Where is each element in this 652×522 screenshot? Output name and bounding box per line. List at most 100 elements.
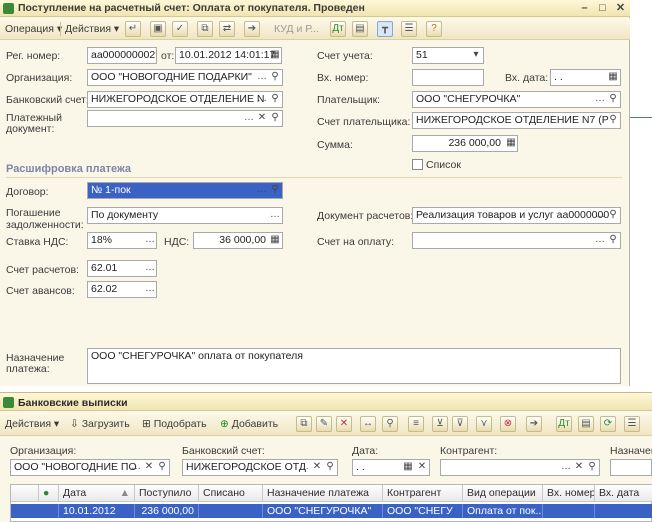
- print-icon[interactable]: ▤: [578, 416, 594, 432]
- print-icon[interactable]: ▤: [352, 21, 368, 37]
- settings-icon[interactable]: ☰: [624, 416, 640, 432]
- contract-field[interactable]: № 1-пок: [87, 182, 283, 199]
- kud-button[interactable]: КУД и Р...: [274, 21, 319, 37]
- structure-icon[interactable]: ┳: [377, 21, 393, 37]
- clear-icon[interactable]: ✕: [256, 111, 268, 126]
- org-field[interactable]: ООО "НОВОГОДНИЕ ПОДАРКИ": [87, 69, 283, 86]
- clear-filter-icon[interactable]: ⊗: [500, 416, 516, 432]
- close-icon[interactable]: ✕: [614, 2, 627, 15]
- purpose-textarea[interactable]: ООО "СНЕГУРОЧКА" оплата от покупателя: [87, 348, 621, 384]
- select-icon[interactable]: …: [144, 233, 156, 248]
- table-cell-contractor[interactable]: ООО "СНЕГУ: [383, 504, 463, 518]
- load-button[interactable]: ⇩ Загрузить: [70, 416, 130, 432]
- search-icon[interactable]: ⚲: [607, 208, 619, 223]
- clear-icon[interactable]: ✕: [573, 460, 585, 475]
- clear-icon[interactable]: ✕: [311, 460, 323, 475]
- table-row-marker[interactable]: [11, 504, 59, 518]
- search-icon[interactable]: ⚲: [607, 113, 619, 128]
- filter-list-icon[interactable]: ⊽: [452, 416, 468, 432]
- settle-doc-field[interactable]: Реализация товаров и услуг аа0000000: [412, 207, 621, 224]
- search-icon[interactable]: ⚲: [269, 111, 281, 126]
- table-cell-operation[interactable]: Оплата от пок...: [463, 504, 543, 518]
- search-icon[interactable]: ⚲: [269, 183, 281, 198]
- find-icon[interactable]: ⚲: [382, 416, 398, 432]
- delete-icon[interactable]: ✕: [336, 416, 352, 432]
- calculator-icon[interactable]: ▦: [269, 233, 281, 248]
- select-icon[interactable]: …: [130, 460, 142, 475]
- table-cell-in-date[interactable]: [595, 504, 652, 518]
- table-cell-in-no[interactable]: [543, 504, 595, 518]
- operation-menu[interactable]: Операция ▾: [5, 21, 62, 37]
- select-icon[interactable]: …: [594, 233, 606, 248]
- col-outgo[interactable]: Списано: [199, 485, 263, 502]
- dropdown-icon[interactable]: ▾: [470, 48, 482, 63]
- copy-icon[interactable]: ⧉: [296, 416, 312, 432]
- col-income[interactable]: Поступило: [135, 485, 199, 502]
- table-cell-purpose[interactable]: ООО "СНЕГУРОЧКА": [263, 504, 383, 518]
- select-icon[interactable]: …: [243, 111, 255, 126]
- reg-no-field[interactable]: аа000000002: [87, 47, 157, 64]
- col-purpose[interactable]: Назначение платежа: [263, 485, 383, 502]
- dt-kt-icon[interactable]: Дт: [330, 21, 346, 37]
- invoice-field[interactable]: [412, 232, 621, 249]
- maximize-icon[interactable]: □: [596, 2, 609, 15]
- select-icon[interactable]: …: [144, 282, 156, 297]
- col-operation[interactable]: Вид операции: [463, 485, 543, 502]
- calendar-icon[interactable]: ▦: [607, 70, 619, 85]
- select-icon[interactable]: …: [560, 460, 572, 475]
- select-icon[interactable]: …: [256, 183, 268, 198]
- goto-icon[interactable]: ➔: [244, 21, 260, 37]
- col-in-date[interactable]: Вх. дата: [595, 485, 652, 502]
- search-icon[interactable]: ⚲: [269, 92, 281, 107]
- post-icon[interactable]: ✓: [172, 21, 188, 37]
- col-status-icon[interactable]: ●: [39, 485, 59, 502]
- pick-button[interactable]: ⊞ Подобрать: [142, 416, 207, 432]
- refresh-icon[interactable]: ⟳: [600, 416, 616, 432]
- table-cell-outgo[interactable]: [199, 504, 263, 518]
- select-icon[interactable]: …: [594, 92, 606, 107]
- sort-icon[interactable]: ≡: [408, 416, 424, 432]
- select-icon[interactable]: …: [298, 460, 310, 475]
- search-icon[interactable]: ⚲: [607, 233, 619, 248]
- edit-icon[interactable]: ✎: [316, 416, 332, 432]
- clear-icon[interactable]: ✕: [143, 460, 155, 475]
- list-checkbox[interactable]: [412, 159, 423, 170]
- goto-icon[interactable]: ➔: [526, 416, 542, 432]
- col-in-no[interactable]: Вх. номер: [543, 485, 595, 502]
- payer-account-field[interactable]: НИЖЕГОРОДСКОЕ ОТДЕЛЕНИЕ N7 (Р: [412, 112, 621, 129]
- select-icon[interactable]: …: [256, 70, 268, 85]
- payer-field[interactable]: ООО "СНЕГУРОЧКА": [412, 91, 621, 108]
- related-docs-icon[interactable]: ⇄: [219, 21, 235, 37]
- actions-menu[interactable]: Действия ▾: [65, 21, 119, 37]
- copy-icon[interactable]: ⧉: [197, 21, 213, 37]
- in-no-field[interactable]: [412, 69, 484, 86]
- filter-value-icon[interactable]: ⋎: [476, 416, 492, 432]
- select-icon[interactable]: …: [269, 208, 281, 223]
- save-icon[interactable]: ▣: [150, 21, 166, 37]
- search-icon[interactable]: ⚲: [269, 70, 281, 85]
- settings-icon[interactable]: ☰: [401, 21, 417, 37]
- help-icon[interactable]: ?: [426, 21, 442, 37]
- select-icon[interactable]: …: [256, 92, 268, 107]
- col-date[interactable]: Дата ▲: [59, 485, 135, 502]
- search-icon[interactable]: ⚲: [586, 460, 598, 475]
- debt-field[interactable]: По документу: [87, 207, 283, 224]
- filter-purpose-field[interactable]: [610, 459, 652, 476]
- search-icon[interactable]: ⚲: [156, 460, 168, 475]
- calculator-icon[interactable]: ▦: [505, 136, 517, 151]
- table-cell-date[interactable]: 10.01.2012: [59, 504, 135, 518]
- dt-kt-icon[interactable]: Дт: [556, 416, 572, 432]
- table-cell-income[interactable]: 236 000,00: [135, 504, 199, 518]
- bank-account-field[interactable]: НИЖЕГОРОДСКОЕ ОТДЕЛЕНИЕ N: [87, 91, 283, 108]
- interval-icon[interactable]: ↔: [360, 416, 376, 432]
- minimize-icon[interactable]: –: [578, 2, 591, 15]
- search-icon[interactable]: ⚲: [324, 460, 336, 475]
- list-actions-menu[interactable]: Действия ▾: [5, 416, 59, 432]
- calendar-icon[interactable]: ▦: [402, 460, 414, 475]
- sum-field[interactable]: 236 000,00: [412, 135, 518, 152]
- calendar-icon[interactable]: ▦: [269, 48, 281, 63]
- search-icon[interactable]: ⚲: [607, 92, 619, 107]
- post-close-icon[interactable]: ↵: [125, 21, 141, 37]
- select-icon[interactable]: …: [594, 208, 606, 223]
- filter-icon[interactable]: ⊻: [432, 416, 448, 432]
